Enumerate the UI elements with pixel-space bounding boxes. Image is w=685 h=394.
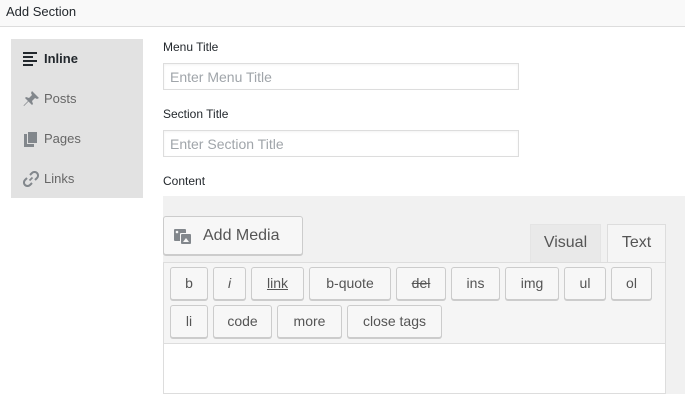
content-label: Content: [163, 174, 206, 188]
link-icon: [22, 170, 40, 188]
panel-title: Add Section: [6, 4, 77, 19]
sidebar-item-label: Links: [44, 171, 75, 186]
sidebar-item-posts[interactable]: Posts: [11, 79, 143, 119]
section-type-sidebar: Inline Posts Pages Links: [11, 39, 143, 198]
add-media-button[interactable]: Add Media: [163, 216, 303, 255]
content-textarea[interactable]: [163, 343, 666, 394]
align-left-icon: [23, 51, 39, 67]
sidebar-item-links[interactable]: Links: [11, 159, 143, 199]
section-title-label: Section Title: [163, 107, 229, 121]
pages-icon: [23, 131, 39, 147]
pin-icon: [23, 91, 39, 107]
quicktag-b-button[interactable]: b: [170, 267, 208, 300]
quicktag-i-button[interactable]: i: [213, 267, 246, 300]
content-editor: Add Media Visual Text b i link b-quote d…: [163, 196, 685, 394]
add-media-label: Add Media: [203, 227, 280, 244]
quicktag-close-tags-button[interactable]: close tags: [347, 305, 442, 338]
sidebar-item-pages[interactable]: Pages: [11, 119, 143, 159]
section-title-input[interactable]: [163, 130, 519, 157]
quicktag-link-button[interactable]: link: [251, 267, 304, 300]
menu-title-label: Menu Title: [163, 40, 219, 54]
sidebar-item-inline[interactable]: Inline: [11, 39, 143, 79]
panel-header: Add Section: [0, 0, 685, 27]
sidebar-item-label: Posts: [44, 91, 77, 106]
quicktag-ol-button[interactable]: ol: [611, 267, 652, 300]
quicktag-b-quote-button[interactable]: b-quote: [309, 267, 391, 300]
quicktags-toolbar: b i link b-quote del ins img ul ol li co…: [163, 262, 666, 343]
tab-text[interactable]: Text: [607, 224, 666, 262]
quicktag-img-button[interactable]: img: [505, 267, 559, 300]
sidebar-item-label: Inline: [44, 51, 78, 66]
tab-visual[interactable]: Visual: [530, 224, 601, 262]
quicktag-more-button[interactable]: more: [277, 305, 342, 338]
menu-title-input[interactable]: [163, 63, 519, 90]
quicktag-del-button[interactable]: del: [396, 267, 446, 300]
media-icon: [174, 227, 194, 245]
quicktag-ins-button[interactable]: ins: [451, 267, 500, 300]
sidebar-item-label: Pages: [44, 131, 81, 146]
quicktag-li-button[interactable]: li: [170, 305, 208, 338]
quicktag-code-button[interactable]: code: [213, 305, 272, 338]
quicktag-ul-button[interactable]: ul: [564, 267, 606, 300]
